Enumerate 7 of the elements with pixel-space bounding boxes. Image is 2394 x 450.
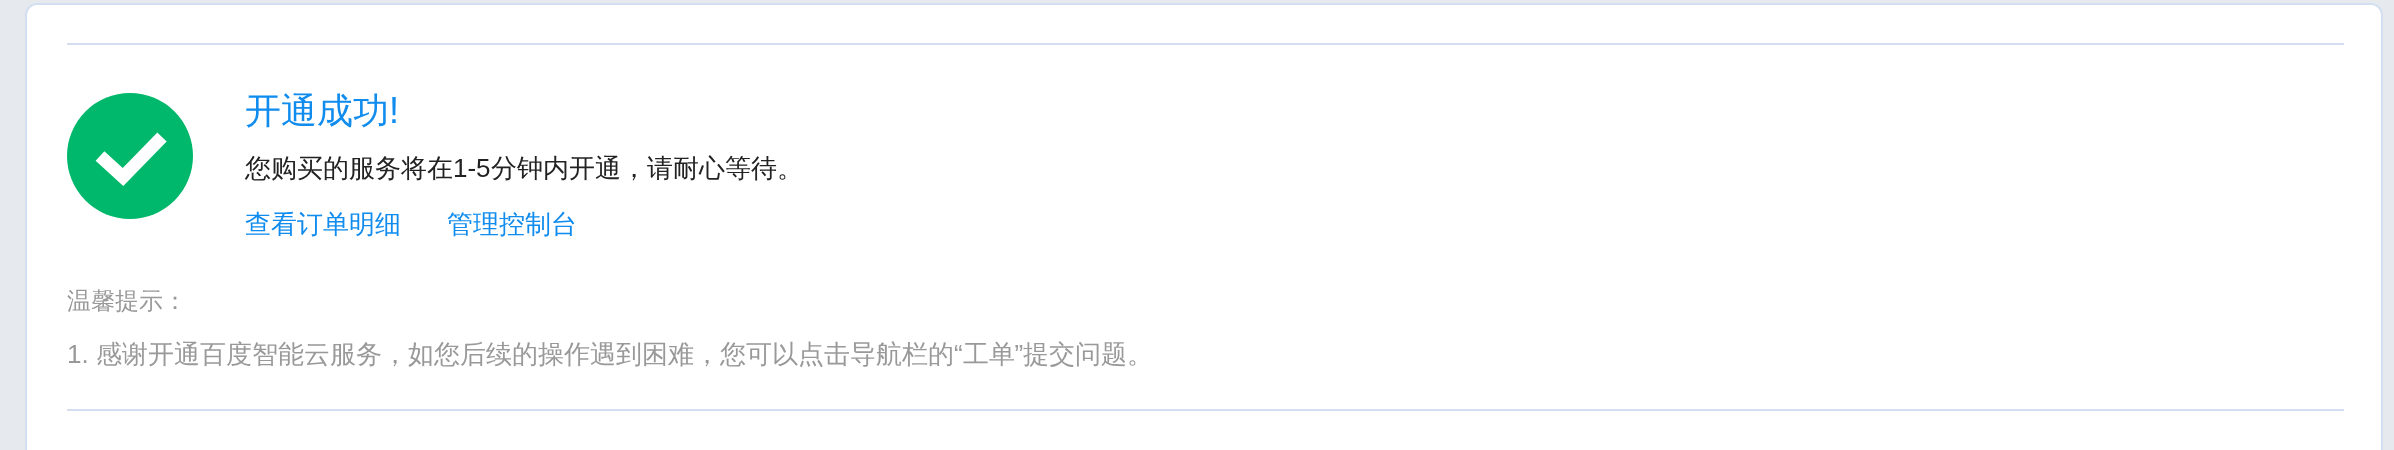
action-link[interactable]: 管理控制台 bbox=[447, 207, 577, 241]
tips-heading: 温馨提示： bbox=[67, 286, 188, 316]
success-message: 您购买的服务将在1-5分钟内开通，请耐心等待。 bbox=[245, 152, 803, 185]
success-title: 开通成功! bbox=[245, 89, 400, 133]
action-link[interactable]: 查看订单明细 bbox=[245, 207, 401, 241]
tip-text: 1. 感谢开通百度智能云服务，如您后续的操作遇到困难，您可以点击导航栏的“工单”提交问题。 bbox=[67, 338, 1155, 371]
success-check-icon bbox=[67, 93, 193, 219]
